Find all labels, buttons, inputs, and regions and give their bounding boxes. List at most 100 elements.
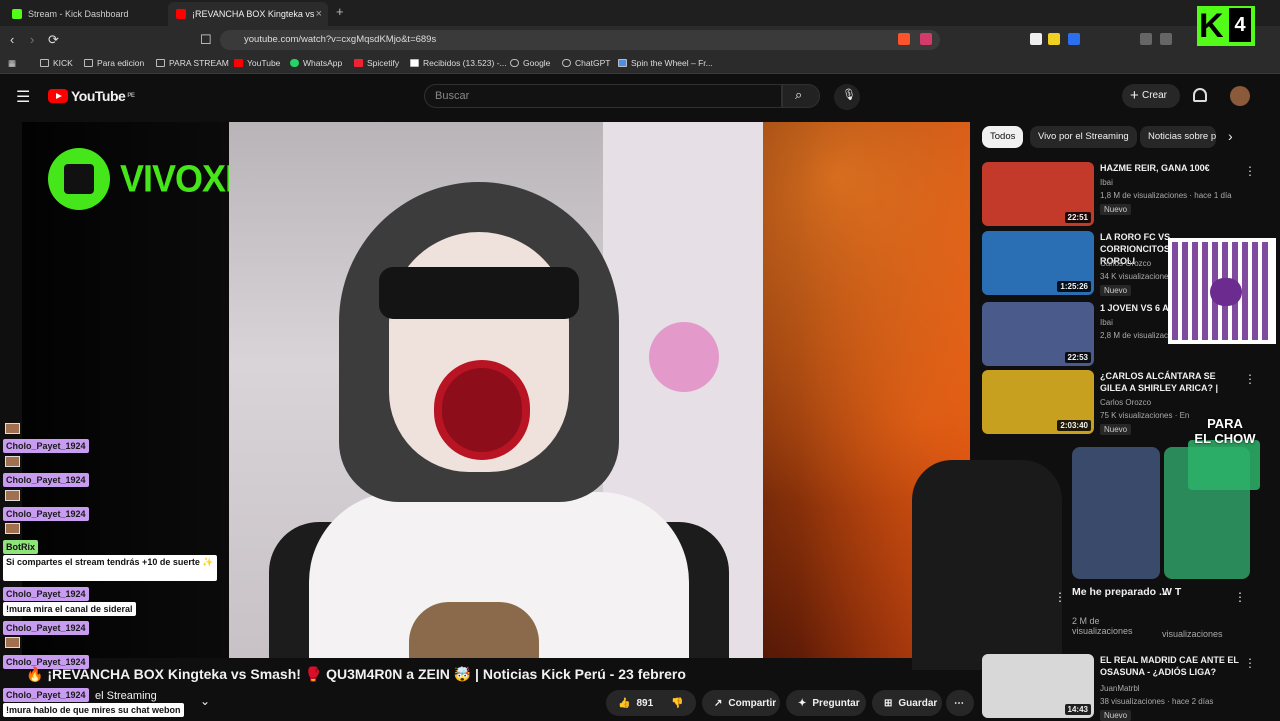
search-button[interactable]: ⌕ [782, 84, 820, 108]
video-thumbnail[interactable]: 2:03:40 [982, 370, 1094, 434]
sidebar-icon[interactable] [1160, 33, 1172, 45]
rec-channel[interactable]: JuanMatrbl [1100, 684, 1140, 693]
short-meta: visualizaciones [1162, 629, 1223, 639]
save-button[interactable]: ⊞ Guardar [872, 690, 942, 716]
menu-icon[interactable]: ☰ [16, 87, 30, 107]
more-options-icon[interactable]: ⋮ [1054, 590, 1066, 604]
extension-icon[interactable] [1030, 33, 1042, 45]
bookmark-item[interactable]: Recibidos (13.523) -... [410, 58, 507, 68]
rec-channel[interactable]: Carlos Orozco [1100, 398, 1151, 407]
new-badge: Nuevo [1100, 710, 1132, 721]
rec-title[interactable]: HAZME REIR, GANA 100€ [1100, 162, 1240, 174]
short-title[interactable]: Me he preparado ... [1072, 586, 1168, 598]
tab-youtube-video[interactable]: ¡REVANCHA BOX Kingteka vs × [168, 2, 328, 26]
like-icon[interactable]: 👍 [618, 698, 630, 709]
tab-kick-dashboard[interactable]: Stream - Kick Dashboard [4, 2, 164, 26]
ask-button[interactable]: ✦ Preguntar [786, 690, 866, 716]
chat-message-text: !mura hablo de que mires su chat webon [3, 703, 184, 717]
bookmark-item[interactable]: YouTube [234, 58, 280, 68]
video-thumbnail[interactable]: 1:25:26 [982, 231, 1094, 295]
extension-icon[interactable] [1048, 33, 1060, 45]
chevron-down-icon[interactable]: ⌄ [200, 694, 210, 708]
like-count[interactable]: 891 [636, 698, 653, 709]
apps-grid-icon[interactable]: ▦ [8, 58, 16, 69]
bookmarks-bar: ▦ KICK Para edicion PARA STREAM YouTube … [0, 54, 1280, 74]
more-actions-button[interactable]: ⋯ [946, 690, 974, 716]
share-button[interactable]: ↗ Compartir [702, 690, 780, 716]
youtube-icon [234, 59, 243, 67]
bookmark-item[interactable]: PARA STREAM [156, 58, 229, 68]
rec-channel[interactable]: Ibai [1100, 178, 1113, 187]
google-icon [510, 59, 519, 67]
user-avatar[interactable] [1230, 86, 1250, 106]
video-thumbnail[interactable]: 22:51 [982, 162, 1094, 226]
bookmark-item[interactable]: Google [510, 58, 550, 68]
url-field[interactable]: youtube.com/watch?v=cxgMqsdKMjo&t=689s [220, 30, 940, 50]
rec-channel[interactable]: Ibai [1100, 318, 1113, 327]
short-title[interactable]: W T [1162, 586, 1186, 598]
rec-channel[interactable]: Carlos Orozco [1100, 259, 1151, 268]
chat-message: Cholo_Payet_1924 [3, 439, 89, 453]
create-button[interactable]: Crear [1122, 84, 1180, 108]
chat-message: BotRix [3, 540, 38, 554]
bookmark-item[interactable]: ChatGPT [562, 58, 610, 68]
dislike-icon[interactable]: 👎 [671, 698, 683, 709]
tab-label: Stream - Kick Dashboard [28, 9, 129, 19]
chat-emote [5, 523, 20, 534]
whatsapp-icon [290, 59, 299, 67]
new-tab-button[interactable]: + [336, 4, 344, 19]
yape-qr-code [1168, 238, 1276, 344]
rec-title[interactable]: EL REAL MADRID CAE ANTE EL OSASUNA - ¿AD… [1100, 654, 1240, 678]
more-options-icon[interactable]: ⋮ [1234, 590, 1246, 604]
chip-todos[interactable]: Todos [982, 126, 1024, 148]
brave-rewards-icon[interactable] [920, 33, 932, 45]
chat-emote [5, 456, 20, 467]
chat-message: Cholo_Payet_1924 [3, 621, 89, 635]
video-thumbnail[interactable]: 14:43 [982, 654, 1094, 718]
short-thumbnail[interactable] [1072, 447, 1160, 579]
more-options-icon[interactable]: ⋮ [1244, 656, 1256, 670]
bookmark-item[interactable]: Spin the Wheel – Fr... [618, 58, 713, 68]
channel-name[interactable]: el Streaming [95, 690, 157, 702]
chip-vivo[interactable]: Vivo por el Streaming [1030, 126, 1137, 148]
bookmark-item[interactable]: Spicetify [354, 58, 399, 68]
chevron-right-icon[interactable]: › [1228, 128, 1233, 144]
rec-title[interactable]: ¿CARLOS ALCÁNTARA SE GILEA A SHIRLEY ARI… [1100, 370, 1240, 394]
close-tab-icon[interactable]: × [316, 8, 322, 20]
recommendation-item[interactable]: 14:43 EL REAL MADRID CAE ANTE EL OSASUNA… [982, 654, 1262, 721]
chip-noticias[interactable]: Noticias sobre p [1140, 126, 1216, 148]
bookmark-item[interactable]: KICK [40, 58, 73, 68]
more-options-icon[interactable]: ⋮ [1244, 372, 1256, 386]
chat-message: Cholo_Payet_1924 [3, 473, 89, 487]
search-input[interactable]: Buscar [424, 84, 782, 108]
notifications-bell-icon[interactable] [1193, 88, 1207, 102]
yape-logo-icon [1210, 278, 1242, 306]
open-mouth [434, 360, 530, 460]
video-thumbnail[interactable]: 22:53 [982, 302, 1094, 366]
mic-icon: 🎙 [842, 89, 856, 101]
bookmark-item[interactable]: WhatsApp [290, 58, 342, 68]
youtube-logo[interactable]: YouTube PE [48, 88, 135, 104]
rec-meta: 34 K visualizaciones [1100, 272, 1173, 281]
back-icon[interactable]: ‹ [10, 32, 14, 47]
chat-emote [5, 490, 20, 501]
chat-message-text: !mura mira el canal de sideral [3, 602, 136, 616]
chat-message: Cholo_Payet_1924 [3, 688, 89, 702]
new-badge: Nuevo [1100, 285, 1132, 296]
recommendation-item[interactable]: 22:51 HAZME REIR, GANA 100€ Ibai 1,8 M d… [982, 162, 1262, 226]
bookmark-icon[interactable]: ☐ [200, 32, 212, 48]
sunglasses [379, 267, 579, 319]
more-options-icon[interactable]: ⋮ [1244, 164, 1256, 178]
voice-search-button[interactable]: 🎙 [834, 84, 860, 110]
tip-jar-label: PARA EL CHOW [1194, 416, 1256, 446]
forward-icon[interactable]: › [30, 32, 34, 47]
extension-icon[interactable] [1068, 33, 1080, 45]
bookmark-item[interactable]: Para edicion [84, 58, 144, 68]
chat-emote [5, 423, 20, 434]
gmail-icon [410, 59, 419, 67]
brave-shield-icon[interactable] [898, 33, 910, 45]
reload-icon[interactable]: ⟳ [48, 32, 59, 48]
kick-viewer-badge: K 4 [1197, 6, 1255, 46]
media-icon[interactable] [1140, 33, 1152, 45]
tip-jar-overlay [1188, 440, 1260, 490]
